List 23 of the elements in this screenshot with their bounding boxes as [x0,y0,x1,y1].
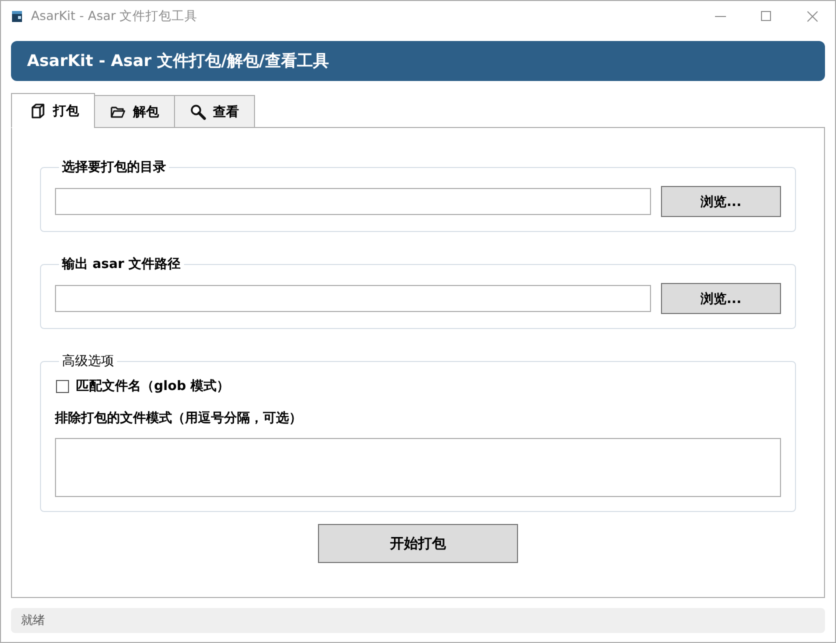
window-title: AsarKit - Asar 文件打包工具 [31,8,198,24]
start-button[interactable]: 开始打包 [318,524,518,563]
maximize-icon [761,11,771,21]
group-label: 高级选项 [61,353,115,370]
path-input[interactable] [55,188,651,215]
checkbox[interactable] [56,380,69,392]
checkbox-label[interactable]: 匹配文件名（glob 模式） [76,377,230,395]
path-input[interactable] [55,285,651,312]
tab[interactable]: 打包 [11,93,95,128]
search-icon [190,104,206,120]
header-banner: AsarKit - Asar 文件打包/解包/查看工具 [11,41,825,81]
browse-button[interactable]: 浏览... [661,186,781,217]
close-icon [806,10,818,22]
app-icon [12,10,22,22]
browse-button[interactable]: 浏览... [661,283,781,314]
group-label: 选择要打包的目录 [61,159,167,176]
exclude-label: 排除打包的文件模式（用逗号分隔，可选） [55,410,302,427]
box-icon [30,102,46,118]
group-label: 输出 asar 文件路径 [60,256,182,273]
exclude-input[interactable] [55,438,781,497]
status-text: 就绪 [21,612,45,629]
tab[interactable]: 查看 [174,95,255,128]
tab[interactable]: 解包 [94,95,175,128]
